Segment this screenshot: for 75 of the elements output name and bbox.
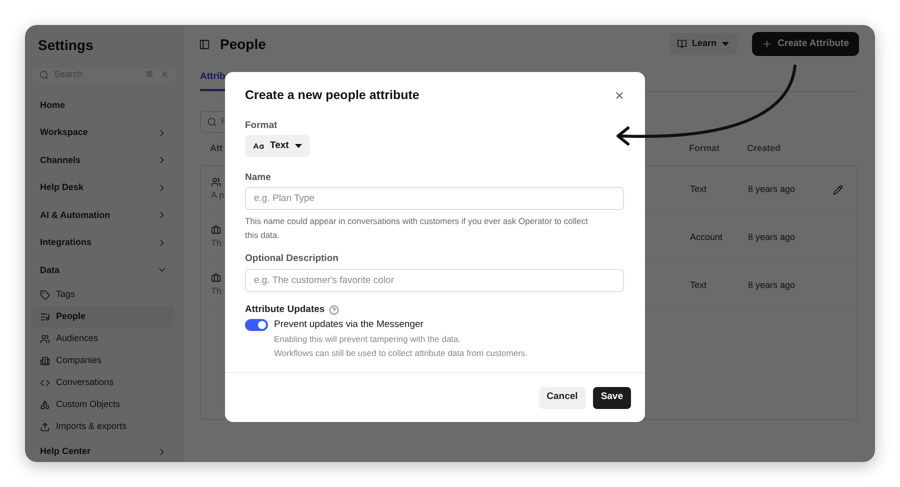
format-cell-text: Account [690,230,724,244]
sidebar-subitem[interactable]: Conversations [32,372,175,394]
item-icon [40,334,50,344]
sidebar-title: Settings [37,36,94,55]
sidebar-item[interactable]: Help Center [32,438,175,462]
sidebar-subitem-label: Custom Objects [56,398,120,412]
save-button[interactable]: Save [592,386,631,408]
caret-icon [294,144,302,148]
sidebar-subitem[interactable]: Tags [32,284,175,306]
sidebar-subitem-label: People [56,310,86,324]
toggle-help-text: Enabling this will prevent tampering with the data. [274,333,462,346]
format-cell-text: Text [690,182,708,196]
sidebar-item[interactable]: Home [32,92,175,119]
row-icon [211,272,221,283]
help-icon[interactable] [328,304,339,315]
format-label: Format [245,118,278,133]
page-title: People [220,34,267,54]
item-icon [40,356,50,366]
shortcut-key: ⌘ [146,68,154,81]
column-header: Created [747,142,781,156]
create-attribute-button[interactable]: Create Attribute [752,32,859,56]
name-help-text: This name could appear in conversations with customers if you ever ask Operator to collect this data. [245,215,589,242]
close-icon[interactable] [614,90,625,101]
item-icon [40,290,50,300]
sidebar-subitem[interactable]: Imports & exports [32,416,175,438]
book-icon [677,39,688,49]
item-icon [40,312,50,322]
sidebar-item[interactable]: Channels [32,146,175,174]
sidebar-subitem-label: Companies [56,354,102,368]
row-icon [211,176,221,187]
sidebar-item[interactable]: Help Desk [32,174,175,202]
sidebar-subitem[interactable]: Companies [32,350,175,372]
created-cell-text: 8 years ago [748,182,796,196]
search-icon [207,117,217,127]
created-cell-text: 8 years ago [748,278,796,292]
format-cell-text: Text [690,278,708,292]
toggle-switch[interactable] [245,318,268,331]
sidebar-item[interactable]: Workspace [32,119,175,146]
item-icon [40,400,50,410]
sidebar-subitem-label: Conversations [56,376,114,390]
row-description: A p [211,188,224,202]
attribute-updates-label: Attribute Updates [245,302,325,316]
name-input[interactable]: e.g. Plan Type [245,187,624,210]
item-icon [40,422,50,432]
sidebar-subitem[interactable]: People [32,306,175,328]
caret-icon [722,42,729,46]
name-label: Name [245,171,272,185]
learn-button[interactable]: Learn [669,33,737,55]
sidebar-subitem-label: Imports & exports [56,420,127,434]
sidebar-item[interactable]: AI & Automation [32,202,175,229]
modal-title: Create a new people attribute [245,87,420,104]
text-format-icon [253,140,264,152]
sidebar-toggle-icon[interactable] [199,38,210,50]
sidebar-subitem-label: Audiences [56,332,98,346]
row-icon [211,224,221,235]
format-dropdown[interactable]: Text [245,135,310,157]
row-description: Th [211,236,222,250]
search-icon [39,70,49,80]
created-cell-text: 8 years ago [748,230,796,244]
plus-icon [762,39,772,49]
sidebar-item[interactable]: Integrations [32,229,175,256]
edit-icon[interactable] [833,184,843,194]
sidebar-subitem[interactable]: Custom Objects [32,394,175,416]
item-icon [40,378,50,388]
toggle-label: Prevent updates via the Messenger [274,318,424,332]
toggle-help-text: Workflows can still be used to collect attribute data from customers. [274,347,528,360]
sidebar-subitem[interactable]: Audiences [32,328,175,350]
column-header: Att [210,143,222,154]
sidebar-item[interactable]: Data [32,256,175,284]
sidebar-subitem-label: Tags [56,288,76,302]
row-description: Th [211,284,222,298]
description-label: Optional Description [245,252,340,266]
cancel-button[interactable]: Cancel [538,386,586,408]
description-input[interactable]: e.g. The customer's favorite color [245,268,624,292]
column-header: Format [689,142,721,156]
